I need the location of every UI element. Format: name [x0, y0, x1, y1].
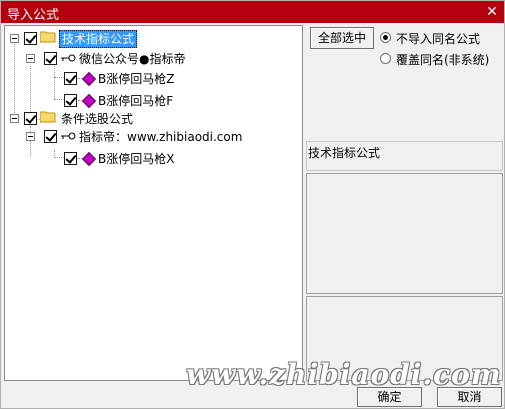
collapse-icon[interactable]: [10, 34, 19, 43]
author-checkbox[interactable]: [44, 52, 57, 65]
tree-group-technical[interactable]: 技术指标公式: [5, 30, 165, 48]
formula-checkbox[interactable]: [64, 72, 77, 85]
group-label[interactable]: 技术指标公式: [59, 30, 138, 48]
category-box: 技术指标公式: [306, 141, 503, 171]
group-checkbox[interactable]: [24, 112, 37, 125]
formula-label: B涨停回马枪X: [98, 152, 175, 166]
tree-author-node[interactable]: 微信公众号●指标帝: [5, 50, 225, 68]
formula-label: B涨停回马枪Z: [98, 72, 175, 86]
folder-icon: [40, 111, 56, 123]
tree-formula-item[interactable]: B涨停回马枪Z: [5, 70, 225, 88]
dialog-title: 导入公式: [7, 8, 60, 23]
formula-tree[interactable]: 技术指标公式 微信公众号●指标帝 B涨停回马枪Z B涨停回马枪F 条件选股公式 …: [4, 25, 303, 381]
collapse-icon[interactable]: [26, 132, 35, 141]
tree-formula-item[interactable]: B涨停回马枪X: [5, 150, 225, 168]
select-all-button[interactable]: 全部选中: [310, 27, 374, 49]
folder-icon: [40, 31, 56, 43]
overwrite-duplicate-radio[interactable]: [380, 53, 391, 64]
key-icon: [61, 54, 76, 62]
formula-label: B涨停回马枪F: [98, 94, 174, 108]
group-checkbox[interactable]: [24, 32, 37, 45]
tree-group-screening[interactable]: 条件选股公式: [5, 110, 165, 128]
formula-icon: [81, 93, 97, 109]
close-icon[interactable]: ✕: [483, 3, 501, 21]
key-icon: [61, 132, 76, 140]
options-panel: 全部选中 不导入同名公式 覆盖同名(非系统) 技术指标公式: [306, 25, 504, 381]
title-bar: 导入公式 ✕: [1, 1, 504, 23]
import-formula-dialog: 导入公式 ✕ 技术指标公式 微信公众号●指标帝 B涨停回马枪Z B涨停回马枪F …: [0, 0, 505, 409]
collapse-icon[interactable]: [10, 114, 19, 123]
skip-duplicate-label[interactable]: 不导入同名公式: [396, 30, 480, 47]
author-label: 微信公众号●指标帝: [79, 52, 186, 66]
formula-icon: [81, 71, 97, 87]
tree-formula-item[interactable]: B涨停回马枪F: [5, 92, 225, 110]
author-label: 指标帝：www.zhibiaodi.com: [79, 130, 243, 144]
category-label: 技术指标公式: [308, 146, 381, 160]
formula-checkbox[interactable]: [64, 94, 77, 107]
description-box: [306, 173, 503, 294]
formula-checkbox[interactable]: [64, 152, 77, 165]
overwrite-duplicate-label[interactable]: 覆盖同名(非系统): [396, 51, 489, 68]
tree-author-node[interactable]: 指标帝：www.zhibiaodi.com: [5, 128, 265, 146]
group-label[interactable]: 条件选股公式: [61, 111, 133, 127]
skip-duplicate-radio[interactable]: [380, 32, 391, 43]
cancel-button[interactable]: 取消: [437, 387, 502, 407]
author-checkbox[interactable]: [44, 130, 57, 143]
formula-icon: [81, 151, 97, 167]
ok-button[interactable]: 确定: [357, 387, 422, 407]
collapse-icon[interactable]: [26, 54, 35, 63]
